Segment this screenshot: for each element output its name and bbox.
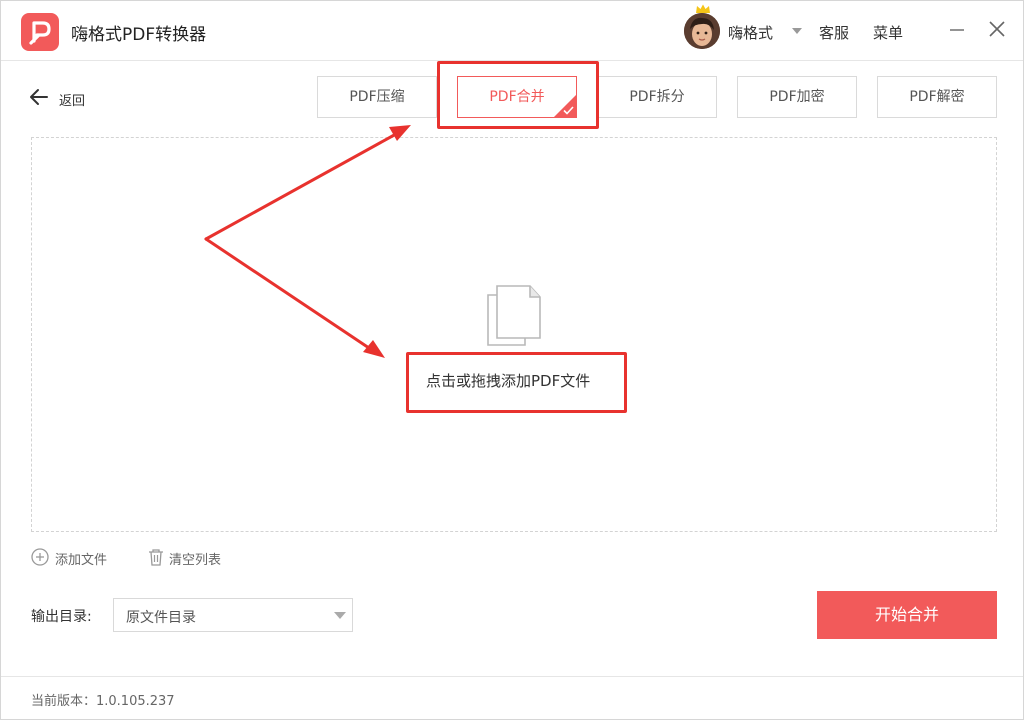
version-text: 当前版本：1.0.105.237 bbox=[31, 694, 175, 709]
app-window: 嗨格式PDF转换器 嗨格式 客服 菜单 返回 PDF压缩 PDF合并 PDF拆分… bbox=[0, 0, 1024, 720]
clear-list-button[interactable]: 清空列表 bbox=[169, 549, 221, 568]
trash-icon[interactable] bbox=[146, 547, 166, 567]
status-bar: 当前版本：1.0.105.237 bbox=[1, 676, 1023, 719]
caret-down-icon bbox=[334, 612, 346, 619]
add-file-button[interactable]: 添加文件 bbox=[55, 549, 107, 568]
start-merge-button[interactable]: 开始合并 bbox=[817, 591, 997, 639]
add-circle-icon[interactable] bbox=[31, 547, 51, 567]
output-dir-select[interactable]: 原文件目录 bbox=[113, 598, 353, 632]
output-dir-label: 输出目录: bbox=[31, 609, 92, 625]
output-dir-value: 原文件目录 bbox=[126, 610, 196, 626]
